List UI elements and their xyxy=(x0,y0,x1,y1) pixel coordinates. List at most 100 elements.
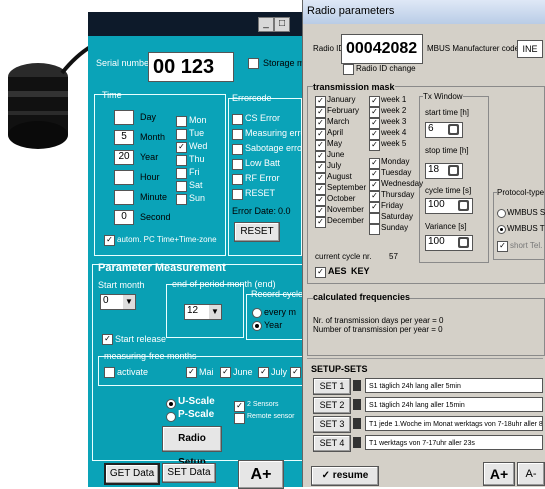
day-7-checkbox[interactable] xyxy=(369,224,380,235)
month-6-checkbox[interactable]: ✓ xyxy=(315,151,326,162)
week-2-checkbox[interactable]: ✓ xyxy=(369,107,380,118)
fri-checkbox[interactable] xyxy=(176,168,187,179)
sun-checkbox[interactable] xyxy=(176,194,187,205)
thu-checkbox[interactable] xyxy=(176,155,187,166)
variance-spinner[interactable] xyxy=(458,237,469,248)
wed-checkbox[interactable]: ✓ xyxy=(176,142,187,153)
set-1-description[interactable]: S1 täglich 24h lang aller 5min xyxy=(365,378,543,393)
set-1-button[interactable]: SET 1 xyxy=(313,378,351,395)
set-3-button[interactable]: SET 3 xyxy=(313,416,351,433)
month-2-label: February xyxy=(327,106,360,115)
stop-time-spinner[interactable] xyxy=(448,165,459,176)
week-5-checkbox[interactable]: ✓ xyxy=(369,140,380,151)
minimize-button[interactable]: _ xyxy=(258,17,274,32)
week-1-checkbox[interactable]: ✓ xyxy=(369,96,380,107)
font-increase-button-2[interactable]: A+ xyxy=(483,462,515,486)
start-time-spinner[interactable] xyxy=(448,124,459,135)
wmbus-s1-radio[interactable] xyxy=(497,209,506,218)
start-month-select[interactable]: 0 ▼ xyxy=(100,294,136,310)
hour-field[interactable] xyxy=(114,170,134,185)
mbus-code-field[interactable]: INE xyxy=(517,40,543,58)
save-icon[interactable] xyxy=(353,418,361,429)
wmbus-t1-radio[interactable] xyxy=(497,225,506,234)
set-2-button[interactable]: SET 2 xyxy=(313,397,351,414)
mai-checkbox[interactable]: ✓ xyxy=(186,367,197,378)
mon-checkbox[interactable] xyxy=(176,116,187,127)
radio-id-change-checkbox[interactable] xyxy=(343,64,354,75)
maximize-button[interactable]: □ xyxy=(274,17,290,32)
month-1-checkbox[interactable]: ✓ xyxy=(315,96,326,107)
radio-id-field[interactable]: 00042082 xyxy=(341,34,423,64)
resume-button[interactable]: ✓ resume xyxy=(311,466,379,486)
minute-field[interactable] xyxy=(114,190,134,205)
day-1-checkbox[interactable]: ✓ xyxy=(369,158,380,169)
save-icon[interactable] xyxy=(353,399,361,410)
set-3-description[interactable]: T1 jede 1.Woche im Monat werktags von 7-… xyxy=(365,416,543,431)
month-9-checkbox[interactable]: ✓ xyxy=(315,184,326,195)
cycle-time-label: cycle time [s] xyxy=(425,186,472,195)
font-decrease-button[interactable]: A- xyxy=(517,462,545,486)
start-release-checkbox[interactable]: ✓ xyxy=(102,334,113,345)
storage-mode-checkbox[interactable] xyxy=(248,58,259,69)
month-8-checkbox[interactable]: ✓ xyxy=(315,173,326,184)
day-5-checkbox[interactable]: ✓ xyxy=(369,202,380,213)
second-field[interactable]: 0 xyxy=(114,210,134,225)
sat-checkbox[interactable] xyxy=(176,181,187,192)
short-tel-checkbox[interactable]: ✓ xyxy=(497,241,508,252)
month-7-checkbox[interactable]: ✓ xyxy=(315,162,326,173)
error-checkbox-lowbatt[interactable] xyxy=(232,159,243,170)
set-2-description[interactable]: S1 täglich 24h lang aller 15min xyxy=(365,397,543,412)
font-increase-button[interactable]: A+ xyxy=(238,460,284,489)
day-4-checkbox[interactable]: ✓ xyxy=(369,191,380,202)
error-checkbox-reset[interactable] xyxy=(232,189,243,200)
reset-button[interactable]: RESET xyxy=(234,222,280,242)
cycle-time-spinner[interactable] xyxy=(458,200,469,211)
two-sensors-checkbox[interactable]: ✓ xyxy=(234,401,245,412)
set-data-button[interactable]: SET Data xyxy=(162,463,216,483)
every-month-radio[interactable] xyxy=(252,308,262,318)
month-3-checkbox[interactable]: ✓ xyxy=(315,118,326,129)
auto-pc-time-checkbox[interactable]: ✓ xyxy=(104,235,115,246)
end-period-select[interactable]: 12 ▼ xyxy=(184,304,222,320)
error-checkbox-cs[interactable] xyxy=(232,114,243,125)
week-3-checkbox[interactable]: ✓ xyxy=(369,118,380,129)
current-cycle-value: 57 xyxy=(389,252,398,261)
set-4-button[interactable]: SET 4 xyxy=(313,435,351,452)
month-11-checkbox[interactable]: ✓ xyxy=(315,206,326,217)
month-10-checkbox[interactable]: ✓ xyxy=(315,195,326,206)
p-scale-radio[interactable] xyxy=(166,412,176,422)
june-checkbox[interactable]: ✓ xyxy=(220,367,231,378)
remote-sensor-checkbox[interactable] xyxy=(234,413,245,424)
get-data-button[interactable]: GET Data xyxy=(104,463,160,485)
month-12-label: December xyxy=(327,216,364,225)
save-icon[interactable] xyxy=(353,437,361,448)
calc-frequencies-label: calculated frequencies xyxy=(313,292,411,302)
month-2-checkbox[interactable]: ✓ xyxy=(315,107,326,118)
set-4-description[interactable]: T1 werktags von 7-17uhr aller 23s xyxy=(365,435,543,450)
tue-checkbox[interactable] xyxy=(176,129,187,140)
day-6-checkbox[interactable] xyxy=(369,213,380,224)
tue-label: Tue xyxy=(189,128,205,138)
activate-checkbox[interactable] xyxy=(104,367,115,378)
month-12-checkbox[interactable]: ✓ xyxy=(315,217,326,228)
error-label-rf: RF Error xyxy=(245,173,280,183)
month-4-checkbox[interactable]: ✓ xyxy=(315,129,326,140)
day-2-checkbox[interactable]: ✓ xyxy=(369,169,380,180)
month-field[interactable]: 5 xyxy=(114,130,134,145)
error-checkbox-sabotage[interactable] xyxy=(232,144,243,155)
aes-checkbox[interactable]: ✓ xyxy=(315,267,326,278)
day-field[interactable] xyxy=(114,110,134,125)
year-field[interactable]: 20 xyxy=(114,150,134,165)
radio-setup-button[interactable]: Radio Setup xyxy=(162,426,222,468)
week-4-checkbox[interactable]: ✓ xyxy=(369,129,380,140)
error-checkbox-measuring[interactable] xyxy=(232,129,243,140)
save-icon[interactable] xyxy=(353,380,361,391)
july-checkbox[interactable]: ✓ xyxy=(258,367,269,378)
u-scale-radio[interactable] xyxy=(166,399,176,409)
serial-number-field[interactable]: 00 123 xyxy=(148,52,234,82)
year-radio[interactable] xyxy=(252,321,262,331)
day-3-checkbox[interactable]: ✓ xyxy=(369,180,380,191)
error-checkbox-rf[interactable] xyxy=(232,174,243,185)
month-5-checkbox[interactable]: ✓ xyxy=(315,140,326,151)
august-checkbox[interactable]: ✓ xyxy=(290,367,301,378)
